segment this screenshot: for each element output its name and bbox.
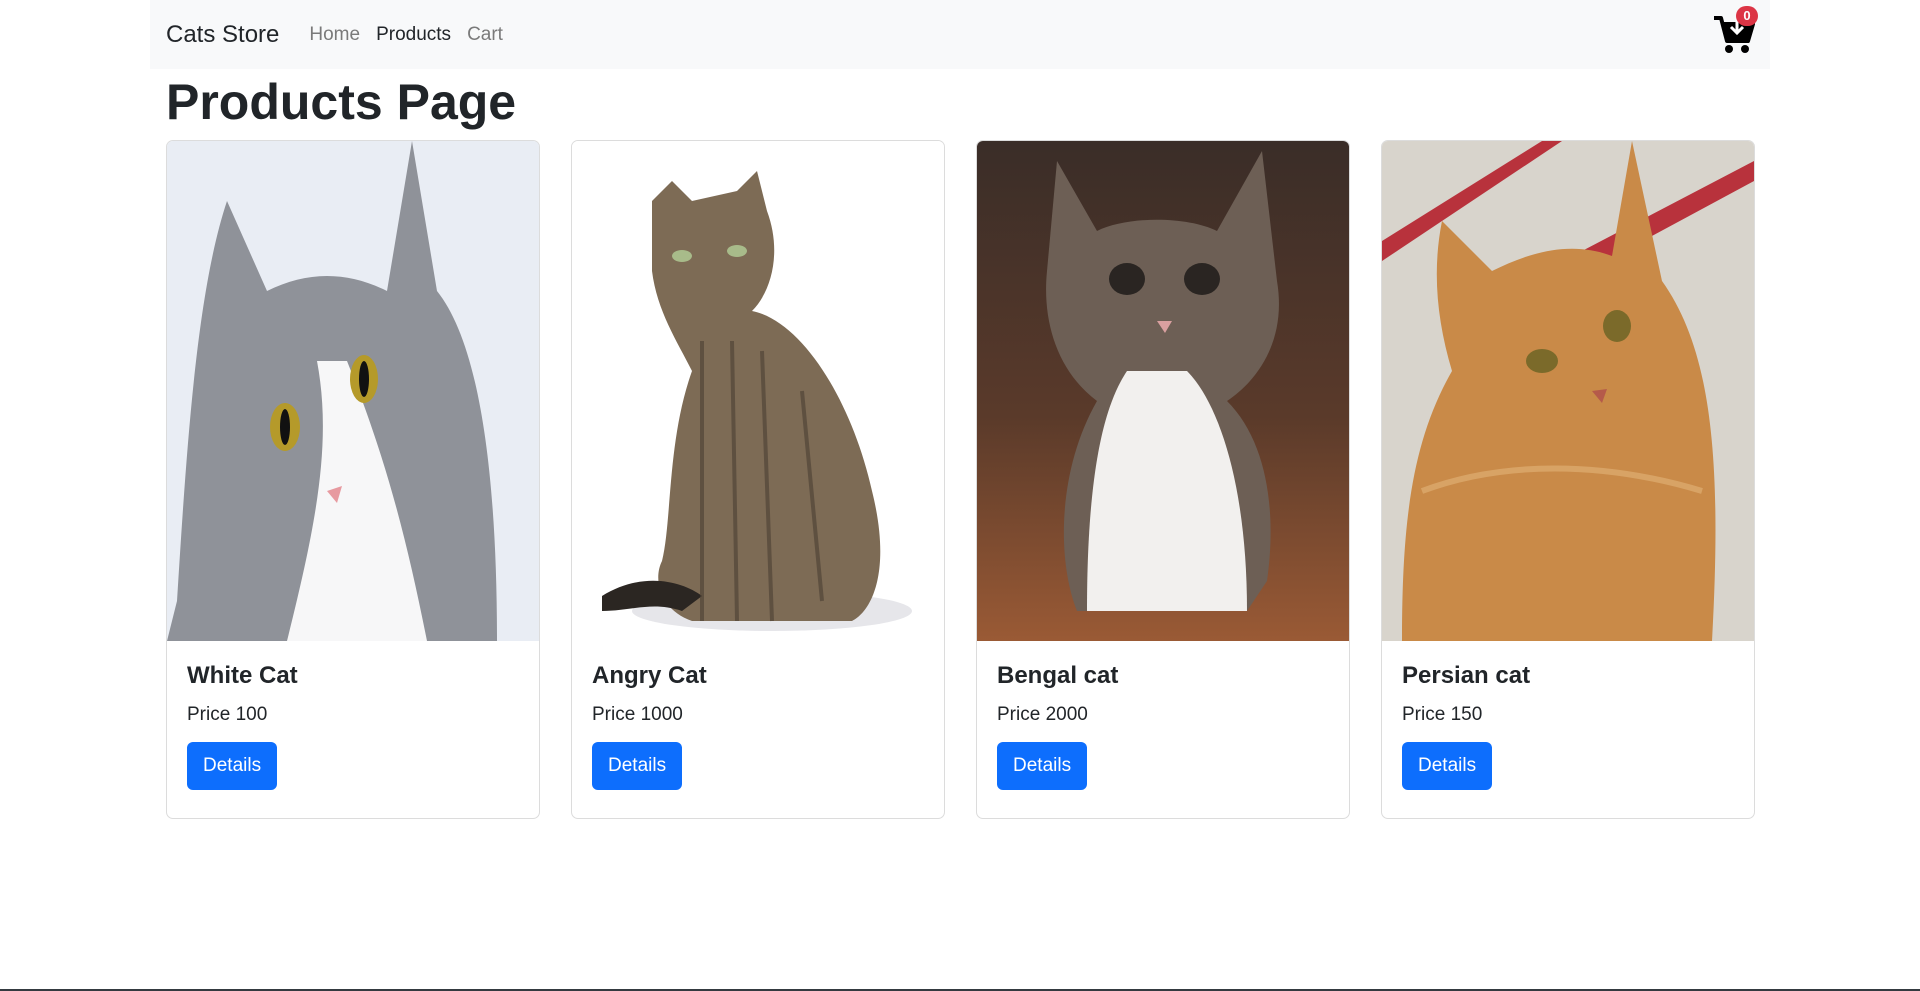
nav-link-home[interactable]: Home [309, 24, 360, 46]
page-title: Products Page [166, 74, 517, 130]
details-button[interactable]: Details [997, 742, 1088, 790]
details-button[interactable]: Details [592, 742, 683, 790]
nav-link-cart[interactable]: Cart [467, 24, 503, 46]
product-grid: White Cat Price 100 Details Angry Cat Pr… [166, 140, 1756, 819]
product-name: White Cat [187, 662, 298, 689]
product-price: Price 150 [1402, 704, 1483, 725]
product-price: Price 2000 [997, 704, 1088, 725]
white-gray-cat-photo [167, 141, 539, 641]
details-button[interactable]: Details [187, 742, 278, 790]
orange-cat-photo [1382, 141, 1754, 641]
brand-link[interactable]: Cats Store [166, 21, 279, 49]
product-name: Angry Cat [592, 662, 707, 689]
product-name: Persian cat [1402, 662, 1531, 689]
cart-count-badge: 0 [1736, 6, 1758, 26]
details-button[interactable]: Details [1402, 742, 1493, 790]
page-container: Cats Store Home Products Cart 0 Products… [150, 0, 1770, 819]
product-card: Bengal cat Price 2000 Details [976, 140, 1350, 819]
nav-link-products[interactable]: Products [376, 24, 451, 46]
product-card: Persian cat Price 150 Details [1381, 140, 1755, 819]
product-card: White Cat Price 100 Details [166, 140, 540, 819]
tabby-cat-sitting-photo [572, 141, 944, 641]
tabby-white-kitten-photo [977, 141, 1349, 641]
product-card: Angry Cat Price 1000 Details [571, 140, 945, 819]
product-name: Bengal cat [997, 662, 1119, 689]
cart-button[interactable]: 0 [1712, 6, 1764, 56]
navbar: Cats Store Home Products Cart 0 [150, 0, 1770, 69]
product-price: Price 1000 [592, 704, 683, 725]
product-price: Price 100 [187, 704, 268, 725]
